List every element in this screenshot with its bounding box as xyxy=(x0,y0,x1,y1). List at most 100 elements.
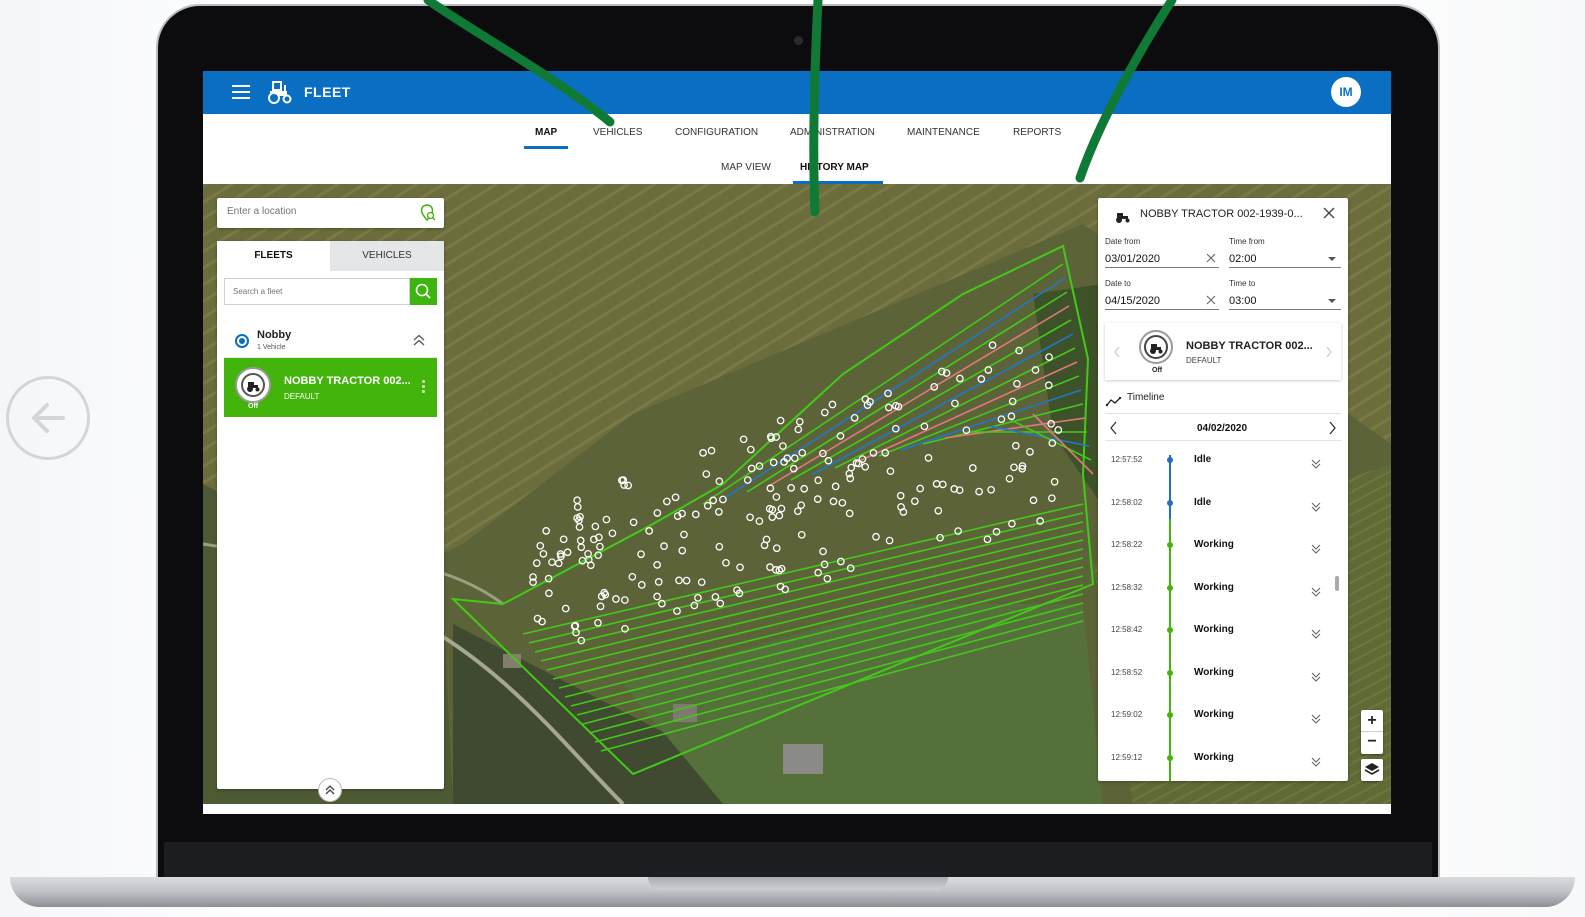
timeline-entry[interactable]: 12:59:02 Working xyxy=(1098,696,1348,738)
time-from-label: Time from xyxy=(1229,237,1265,246)
timeline-entry-status: Working xyxy=(1194,624,1234,635)
timeline-entry-time: 12:58:22 xyxy=(1111,540,1143,549)
user-avatar[interactable]: IM xyxy=(1331,77,1361,107)
timeline-label: Timeline xyxy=(1127,392,1165,403)
timeline-entry-time: 12:58:32 xyxy=(1111,582,1143,592)
vehicle-card[interactable]: Off NOBBY TRACTOR 002... DEFAULT xyxy=(224,358,437,417)
chevron-double-down-icon[interactable] xyxy=(1310,457,1322,475)
location-search-input[interactable] xyxy=(225,205,409,218)
time-to-label: Time to xyxy=(1229,279,1256,288)
tab-configuration[interactable]: CONFIGURATION xyxy=(675,127,758,138)
tab-vehicles[interactable]: VEHICLES xyxy=(593,127,642,138)
chevron-left-icon[interactable] xyxy=(1109,421,1119,440)
laptop-notch xyxy=(648,877,948,890)
vehicle-status-badge xyxy=(235,367,271,403)
timeline-entry[interactable]: 12:58:22 Working xyxy=(1098,526,1348,568)
more-options-icon[interactable] xyxy=(422,380,425,395)
clear-date-to-icon[interactable] xyxy=(1205,293,1217,311)
date-to-label: Date to xyxy=(1105,279,1131,288)
timeline-entry-dot xyxy=(1167,712,1173,718)
hamburger-menu-icon[interactable] xyxy=(232,85,250,99)
timeline-entry-time: 12:58:42 xyxy=(1111,625,1143,634)
vehicle-group: DEFAULT xyxy=(1186,356,1222,365)
vehicle-history-panel: NOBBY TRACTOR 002-1939-0... Date from 03… xyxy=(1098,198,1348,781)
location-search[interactable] xyxy=(217,198,444,228)
fleet-search-button[interactable] xyxy=(410,278,437,305)
date-to-field[interactable]: 04/15/2020 xyxy=(1105,295,1160,307)
date-from-underline xyxy=(1105,267,1219,268)
timeline-entry-time: 12:57:52 xyxy=(1111,455,1143,464)
tab-reports[interactable]: REPORTS xyxy=(1013,127,1061,138)
zoom-out-button[interactable]: − xyxy=(1361,732,1383,754)
tractor-icon xyxy=(247,382,260,392)
timeline-entry[interactable]: 12:58:52 Working xyxy=(1098,654,1348,696)
timeline-entry-dot xyxy=(1167,669,1173,676)
timeline-entry[interactable]: 12:58:02 Idle xyxy=(1098,484,1348,526)
timeline-entry-time: 12:59:12 xyxy=(1111,752,1143,762)
timeline-entry-dot xyxy=(1167,542,1173,548)
fleet-search-input[interactable] xyxy=(231,286,405,297)
fleet-name: Nobby xyxy=(257,329,292,341)
chevron-double-down-icon[interactable] xyxy=(1310,542,1322,560)
fleet-search-field[interactable] xyxy=(224,278,410,305)
chevron-double-up-icon xyxy=(325,785,335,795)
zoom-controls: + − xyxy=(1361,710,1383,754)
vehicle-summary-card: Off NOBBY TRACTOR 002... DEFAULT xyxy=(1105,323,1341,380)
fleet-vehicle-count: 1 Vehicle xyxy=(257,344,286,351)
location-pin-icon[interactable] xyxy=(420,204,436,227)
date-to-underline xyxy=(1105,309,1219,310)
timeline-entry[interactable]: 12:59:12 Working xyxy=(1098,739,1348,781)
timeline-entry-status: Idle xyxy=(1194,454,1212,465)
tab-maintenance[interactable]: MAINTENANCE xyxy=(907,127,980,138)
fleet-radio[interactable] xyxy=(235,334,249,348)
vehicle-status-label: Off xyxy=(248,403,259,410)
chevron-double-down-icon[interactable] xyxy=(1310,712,1322,730)
tab-history-map[interactable]: HISTORY MAP xyxy=(800,162,869,173)
clear-date-from-icon[interactable] xyxy=(1205,251,1217,269)
timeline-entry[interactable]: 12:57:52 Idle xyxy=(1098,441,1348,483)
tab-fleets[interactable]: FLEETS xyxy=(217,241,330,271)
close-icon[interactable] xyxy=(1322,206,1336,225)
zoom-in-button[interactable]: + xyxy=(1361,710,1383,732)
time-from-select[interactable]: 02:00 xyxy=(1229,253,1257,265)
tab-map[interactable]: MAP xyxy=(535,127,557,138)
search-icon xyxy=(415,283,431,299)
timeline-entry-time: 12:59:02 xyxy=(1111,710,1143,719)
timeline-entry-dot xyxy=(1167,457,1173,463)
timeline-entry-dot xyxy=(1167,584,1173,591)
timeline-list: 12:57:52 Idle 12:58:02 Idle 12:58:22 Working 1… xyxy=(1098,441,1348,781)
main-nav: MAP VEHICLES CONFIGURATION ADMINISTRATIO… xyxy=(203,114,1391,150)
timeline-entry[interactable]: 12:58:32 Working xyxy=(1098,569,1348,611)
chevron-double-down-icon[interactable] xyxy=(1310,627,1322,645)
timeline-icon xyxy=(1105,394,1122,412)
tab-panel-vehicles[interactable]: VEHICLES xyxy=(330,241,444,271)
chevron-double-down-icon[interactable] xyxy=(1310,500,1322,518)
scrollbar-thumb[interactable] xyxy=(1335,576,1339,591)
top-bar: FLEET IM xyxy=(203,71,1391,114)
layers-button[interactable] xyxy=(1361,759,1383,781)
tab-map-view[interactable]: MAP VIEW xyxy=(721,162,771,173)
date-from-field[interactable]: 03/01/2020 xyxy=(1105,253,1160,265)
chevron-right-icon[interactable] xyxy=(1327,421,1337,440)
chevron-left-icon[interactable] xyxy=(1113,345,1121,363)
expand-panel-button[interactable] xyxy=(318,778,342,802)
chevron-double-down-icon[interactable] xyxy=(1310,755,1322,773)
app-title: FLEET xyxy=(304,84,351,100)
dropdown-caret-icon[interactable] xyxy=(1328,299,1336,303)
chevron-double-down-icon[interactable] xyxy=(1310,670,1322,688)
chevron-double-down-icon[interactable] xyxy=(1310,585,1322,603)
timeline-entry-dot xyxy=(1167,499,1173,506)
chevron-double-up-icon[interactable] xyxy=(412,333,426,351)
timeline-entry[interactable]: 12:58:42 Working xyxy=(1098,611,1348,653)
tab-administration[interactable]: ADMINISTRATION xyxy=(790,127,875,138)
timeline-entry-dot xyxy=(1167,627,1173,633)
fleet-item[interactable]: Nobby 1 Vehicle xyxy=(224,319,437,358)
dropdown-caret-icon[interactable] xyxy=(1328,257,1336,261)
back-arrow-icon[interactable] xyxy=(6,376,90,460)
timeline-entry-status: Working xyxy=(1194,709,1234,720)
tractor-icon xyxy=(1150,344,1163,354)
time-to-select[interactable]: 03:00 xyxy=(1229,295,1257,307)
date-from-label: Date from xyxy=(1105,237,1141,246)
chevron-right-icon[interactable] xyxy=(1325,345,1333,363)
vehicle-name: NOBBY TRACTOR 002... xyxy=(284,375,411,387)
